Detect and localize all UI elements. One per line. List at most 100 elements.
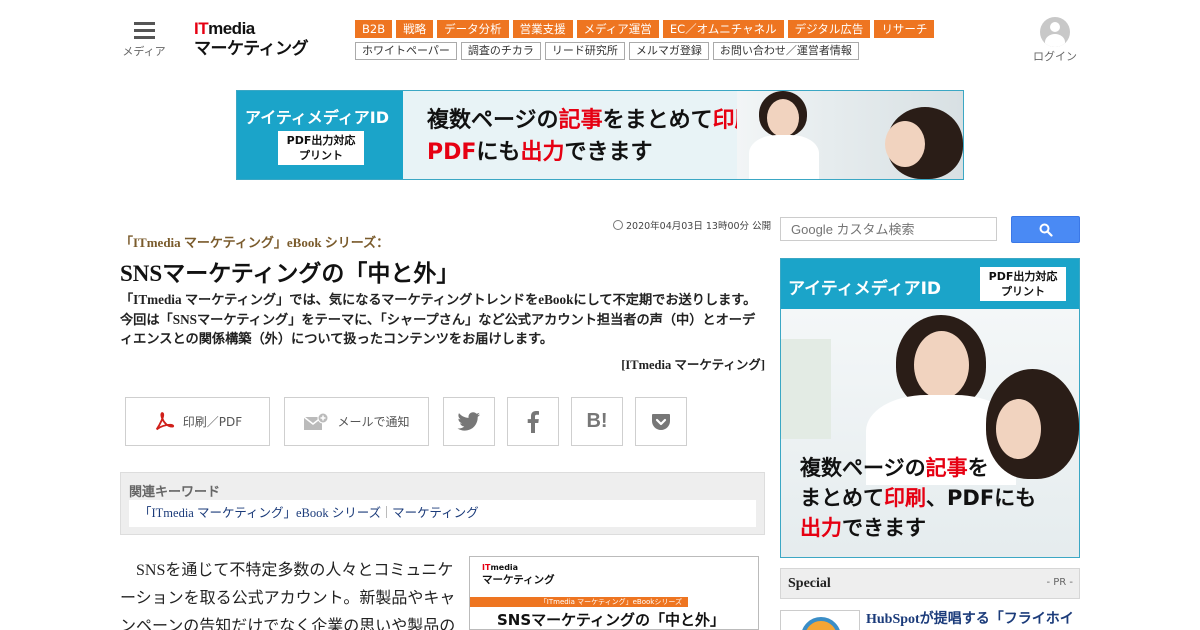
ebook-series-strip: 「ITmedia マーケティング」eBookシリーズ — [470, 597, 688, 607]
sidebar-banner-copy-part: できます — [842, 516, 926, 540]
article-series: 「ITmedia マーケティング」eBook シリーズ： — [120, 235, 390, 250]
subnav-lead-lab[interactable]: リード研究所 — [544, 42, 625, 60]
pocket-icon — [652, 413, 670, 430]
top-ad-banner[interactable]: アイティメディアID PDF出力対応 プリント 複数ページの記事をまとめて印刷、… — [236, 90, 964, 180]
sidebar-banner-copy-highlight: 出力 — [800, 516, 842, 540]
keyword-separator — [386, 506, 388, 518]
banner-pdf-badge: PDF出力対応 プリント — [278, 131, 364, 165]
sidebar-banner-pdf-badge: PDF出力対応 プリント — [980, 267, 1066, 301]
twitter-share-button[interactable] — [443, 397, 495, 446]
special-pr-label: - PR - — [1046, 577, 1073, 588]
sidebar-banner-copy-part: まとめて — [800, 486, 884, 510]
related-keywords-list: 「ITmedia マーケティング」eBook シリーズ マーケティング — [129, 500, 756, 527]
hubspot-illustration — [801, 617, 841, 630]
article-body: SNSを通じて不特定多数の人々とコミュニケーションを取る公式アカウント。新製品や… — [120, 557, 460, 630]
special-article-thumbnail[interactable] — [780, 610, 860, 630]
subnav-survey[interactable]: 調査のチカラ — [460, 42, 541, 60]
article-body-text: SNSを通じて不特定多数の人々とコミュニケーションを取る公式アカウント。新製品や… — [120, 562, 456, 630]
article-lead: 「ITmedia マーケティング」では、気になるマーケティングトレンドをeBoo… — [120, 292, 757, 346]
banner-copy-part: 複数ページの — [427, 108, 559, 133]
search-icon — [1039, 223, 1053, 237]
sidebar-banner-copy-part: を — [967, 456, 989, 480]
banner-copy-part: にも — [476, 140, 521, 165]
facebook-share-button[interactable] — [507, 397, 559, 446]
ebook-series-text: 「ITmedia マーケティング」eBookシリーズ — [539, 598, 682, 606]
logo-it: IT — [194, 19, 209, 38]
sidebar-banner-brand: アイティメディアID — [788, 279, 942, 299]
related-keywords-title: 関連キーワード — [129, 485, 221, 500]
category-media-operation[interactable]: メディア運営 — [576, 20, 659, 38]
category-research[interactable]: リサーチ — [874, 20, 935, 38]
keyword-link[interactable]: 「ITmedia マーケティング」eBook シリーズ — [139, 506, 381, 520]
search-input[interactable] — [780, 217, 997, 241]
hamburger-icon — [133, 22, 155, 39]
print-pdf-button[interactable]: 印刷／PDF — [125, 397, 270, 446]
ebook-logo: ITmedia — [482, 563, 518, 572]
pdf-icon — [155, 411, 174, 430]
site-logo[interactable]: ITmedia マーケティング — [194, 19, 309, 60]
sidebar-banner-copy-part: 複数ページの — [800, 456, 926, 480]
banner-pdf-line2: プリント — [299, 149, 343, 162]
ebook-cover-image[interactable]: ITmedia マーケティング 「ITmedia マーケティング」eBookシリ… — [469, 556, 759, 630]
banner-copy-highlight: PDF — [427, 140, 477, 165]
subnav-whitepaper[interactable]: ホワイトペーパー — [355, 42, 457, 60]
category-ec-omnichannel[interactable]: EC／オムニチャネル — [662, 20, 784, 38]
menu-button[interactable]: メディア — [118, 22, 170, 59]
category-data-analysis[interactable]: データ分析 — [437, 20, 509, 38]
search-button[interactable] — [1011, 216, 1080, 243]
logo-marketing: マーケティング — [194, 39, 309, 59]
menu-label: メディア — [122, 45, 166, 58]
banner-pdf-line1: PDF出力対応 — [286, 134, 356, 147]
sub-nav: ホワイトペーパー 調査のチカラ リード研究所 メルマガ登録 お問い合わせ／運営者… — [355, 42, 859, 60]
publish-date-text: 2020年04月03日 13時00分 公開 — [626, 221, 772, 232]
login-button[interactable]: ログイン — [1030, 17, 1080, 64]
category-b2b[interactable]: B2B — [355, 20, 393, 38]
keyword-link[interactable]: マーケティング — [392, 506, 479, 520]
sidebar-banner-pdf-line1: PDF出力対応 — [988, 270, 1058, 283]
subnav-contact[interactable]: お問い合わせ／運営者情報 — [712, 42, 859, 60]
category-strategy[interactable]: 戦略 — [396, 20, 434, 38]
sidebar-banner-brand-bar: アイティメディアID PDF出力対応 プリント — [781, 259, 1079, 309]
sidebar-banner-pdf-line2: プリント — [1001, 285, 1045, 298]
category-sales-support[interactable]: 営業支援 — [512, 20, 573, 38]
login-label: ログイン — [1033, 50, 1077, 63]
sidebar-banner-copy-highlight: 記事 — [925, 456, 968, 480]
sidebar-banner-copy: 複数ページの記事を まとめて印刷、PDFにも 出力できます — [800, 453, 1036, 543]
logo-media: media — [208, 19, 255, 38]
banner-brand: アイティメディアID — [245, 108, 390, 127]
sidebar-banner-copy-highlight: 印刷 — [884, 486, 926, 510]
banner-copy-part: をまとめて — [602, 108, 713, 133]
hatena-bookmark-icon: B! — [586, 410, 608, 432]
banner-copy-highlight: 記事 — [558, 108, 603, 133]
banner-copy-part: できます — [564, 140, 653, 165]
banner-copy-highlight: 出力 — [520, 140, 565, 165]
mail-plus-icon — [304, 412, 329, 430]
banner-photo — [737, 91, 963, 179]
twitter-icon — [457, 411, 480, 431]
special-article-link[interactable]: HubSpotが提唱する「フライホイ — [866, 608, 1074, 628]
sidebar-ad-banner[interactable]: アイティメディアID PDF出力対応 プリント 複数ページの記事を まとめて印刷… — [780, 258, 1080, 558]
article-byline: [ITmedia マーケティング] — [621, 358, 765, 372]
category-nav: B2B 戦略 データ分析 営業支援 メディア運営 EC／オムニチャネル デジタル… — [355, 20, 935, 38]
mail-notify-button[interactable]: メールで通知 — [284, 397, 429, 446]
pocket-save-button[interactable] — [635, 397, 687, 446]
sidebar-banner-copy-part: 、PDFにも — [926, 486, 1037, 510]
banner-copy: 複数ページの記事をまとめて印刷、 PDFにも出力できます — [427, 105, 779, 169]
special-section-header: Special - PR - — [780, 568, 1080, 599]
publish-date: 2020年04月03日 13時00分 公開 — [613, 218, 771, 232]
special-title: Special — [788, 576, 831, 591]
ebook-logo-marketing: マーケティング — [482, 574, 555, 586]
banner-brand-panel: アイティメディアID PDF出力対応 プリント — [237, 91, 403, 179]
ebook-logo-media: media — [490, 563, 519, 572]
article-title: SNSマーケティングの「中と外」 — [120, 261, 460, 286]
related-keywords: 関連キーワード 「ITmedia マーケティング」eBook シリーズ マーケティ… — [120, 472, 765, 535]
subnav-newsletter[interactable]: メルマガ登録 — [628, 42, 709, 60]
facebook-icon — [527, 410, 539, 433]
hatena-bookmark-button[interactable]: B! — [571, 397, 623, 446]
ebook-title: SNSマーケティングの「中と外」 — [497, 611, 725, 629]
print-pdf-label: 印刷／PDF — [182, 415, 243, 429]
category-digital-ads[interactable]: デジタル広告 — [787, 20, 871, 38]
mail-notify-label: メールで通知 — [337, 415, 410, 429]
clock-icon — [613, 220, 623, 230]
user-avatar-icon — [1040, 17, 1070, 47]
